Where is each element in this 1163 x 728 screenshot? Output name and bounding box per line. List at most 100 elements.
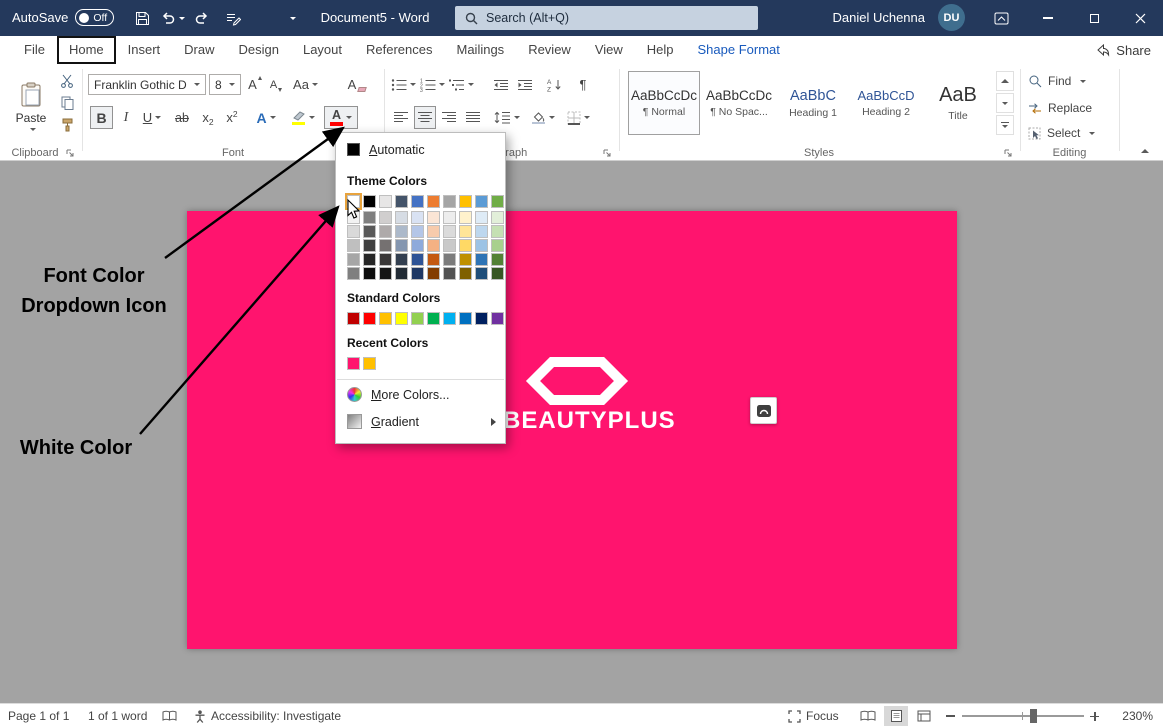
theme-color-swatch[interactable]: [363, 195, 376, 208]
theme-variant-swatch[interactable]: [459, 239, 472, 252]
theme-variant-swatch[interactable]: [411, 239, 424, 252]
shading-button[interactable]: [528, 106, 558, 129]
theme-color-swatch[interactable]: [411, 195, 424, 208]
theme-color-swatch[interactable]: [459, 195, 472, 208]
tab-file[interactable]: File: [12, 36, 57, 64]
word-count[interactable]: 1 of 1 word: [88, 704, 147, 728]
tab-help[interactable]: Help: [635, 36, 686, 64]
theme-variant-swatch[interactable]: [443, 239, 456, 252]
theme-variant-swatch[interactable]: [443, 225, 456, 238]
standard-color-swatch[interactable]: [491, 312, 504, 325]
multilevel-list-button[interactable]: [448, 74, 474, 95]
theme-variant-swatch[interactable]: [395, 211, 408, 224]
theme-variant-swatch[interactable]: [427, 253, 440, 266]
tab-view[interactable]: View: [583, 36, 635, 64]
align-left-button[interactable]: [390, 106, 412, 129]
share-button[interactable]: Share: [1095, 36, 1151, 64]
collapse-ribbon-button[interactable]: [1136, 144, 1154, 158]
theme-variant-swatch[interactable]: [411, 253, 424, 266]
proofing-status[interactable]: [162, 704, 177, 728]
theme-variant-swatch[interactable]: [395, 253, 408, 266]
theme-variant-swatch[interactable]: [379, 211, 392, 224]
standard-color-swatch[interactable]: [443, 312, 456, 325]
page-indicator[interactable]: Page 1 of 1: [8, 704, 69, 728]
align-right-button[interactable]: [438, 106, 460, 129]
style-heading-1[interactable]: AaBbC Heading 1: [778, 71, 848, 135]
zoom-in-button[interactable]: [1090, 704, 1099, 728]
close-button[interactable]: [1117, 0, 1163, 36]
decrease-indent-button[interactable]: [490, 74, 512, 95]
tab-review[interactable]: Review: [516, 36, 583, 64]
theme-variant-swatch[interactable]: [475, 267, 488, 280]
standard-color-swatch[interactable]: [459, 312, 472, 325]
superscript-button[interactable]: x2: [221, 106, 243, 129]
zoom-slider-thumb[interactable]: [1030, 709, 1037, 723]
select-button[interactable]: Select: [1028, 126, 1095, 140]
underline-button[interactable]: U: [138, 106, 166, 129]
theme-variant-swatch[interactable]: [491, 225, 504, 238]
align-center-button[interactable]: [414, 106, 436, 129]
theme-variant-swatch[interactable]: [379, 239, 392, 252]
recent-color-swatch[interactable]: [347, 357, 360, 370]
tab-references[interactable]: References: [354, 36, 444, 64]
theme-variant-swatch[interactable]: [443, 267, 456, 280]
automatic-color-item[interactable]: Automatic: [336, 136, 505, 163]
sort-button[interactable]: AZ: [542, 74, 566, 95]
justify-button[interactable]: [462, 106, 484, 129]
document-canvas[interactable]: BEAUTYPLUS: [0, 161, 1163, 703]
theme-variant-swatch[interactable]: [411, 211, 424, 224]
italic-button[interactable]: I: [116, 106, 136, 129]
accessibility-status[interactable]: Accessibility: Investigate: [194, 704, 341, 728]
theme-variant-swatch[interactable]: [491, 211, 504, 224]
standard-color-swatch[interactable]: [395, 312, 408, 325]
tab-shape-format[interactable]: Shape Format: [686, 36, 792, 64]
find-button[interactable]: Find: [1028, 74, 1086, 88]
cut-button[interactable]: [57, 72, 77, 90]
more-colors-item[interactable]: More Colors...: [336, 381, 505, 408]
theme-variant-swatch[interactable]: [459, 267, 472, 280]
theme-variant-swatch[interactable]: [427, 211, 440, 224]
styles-scroll-up-button[interactable]: [996, 71, 1014, 91]
save-button[interactable]: [131, 8, 153, 28]
bullets-button[interactable]: [390, 74, 416, 95]
style-title[interactable]: AaB Title: [924, 71, 992, 135]
highlight-color-button[interactable]: [287, 106, 319, 129]
theme-variant-swatch[interactable]: [475, 211, 488, 224]
ribbon-display-options-button[interactable]: [988, 8, 1014, 28]
line-spacing-button[interactable]: [492, 106, 522, 129]
styles-scroll-down-button[interactable]: [996, 93, 1014, 113]
customize-toolbar-button[interactable]: [221, 8, 245, 28]
search-box[interactable]: Search (Alt+Q): [455, 6, 758, 30]
theme-variant-swatch[interactable]: [427, 225, 440, 238]
font-color-dropdown-icon[interactable]: [346, 116, 352, 119]
recent-color-swatch[interactable]: [363, 357, 376, 370]
numbering-button[interactable]: 123: [419, 74, 445, 95]
theme-variant-swatch[interactable]: [459, 225, 472, 238]
theme-variant-swatch[interactable]: [459, 211, 472, 224]
theme-variant-swatch[interactable]: [491, 239, 504, 252]
minimize-button[interactable]: [1025, 0, 1071, 36]
theme-variant-swatch[interactable]: [363, 211, 376, 224]
document-page[interactable]: BEAUTYPLUS: [187, 211, 957, 649]
paragraph-dialog-launcher[interactable]: [603, 149, 613, 159]
format-painter-button[interactable]: [57, 116, 77, 134]
theme-variant-swatch[interactable]: [363, 267, 376, 280]
bold-button[interactable]: B: [90, 106, 113, 129]
copy-button[interactable]: [57, 94, 77, 112]
layout-options-button[interactable]: [750, 397, 777, 424]
theme-variant-swatch[interactable]: [475, 239, 488, 252]
theme-variant-swatch[interactable]: [395, 267, 408, 280]
print-layout-button[interactable]: [884, 706, 908, 726]
theme-variant-swatch[interactable]: [379, 225, 392, 238]
standard-color-swatch[interactable]: [363, 312, 376, 325]
style-no-spacing[interactable]: AaBbCcDc ¶ No Spac...: [703, 71, 775, 135]
theme-variant-swatch[interactable]: [363, 239, 376, 252]
theme-color-swatch[interactable]: [395, 195, 408, 208]
styles-dialog-launcher[interactable]: [1004, 149, 1014, 159]
theme-variant-swatch[interactable]: [347, 225, 360, 238]
read-mode-button[interactable]: [856, 706, 880, 726]
theme-variant-swatch[interactable]: [427, 239, 440, 252]
borders-button[interactable]: [562, 106, 594, 129]
theme-variant-swatch[interactable]: [411, 225, 424, 238]
zoom-out-button[interactable]: [946, 704, 955, 728]
